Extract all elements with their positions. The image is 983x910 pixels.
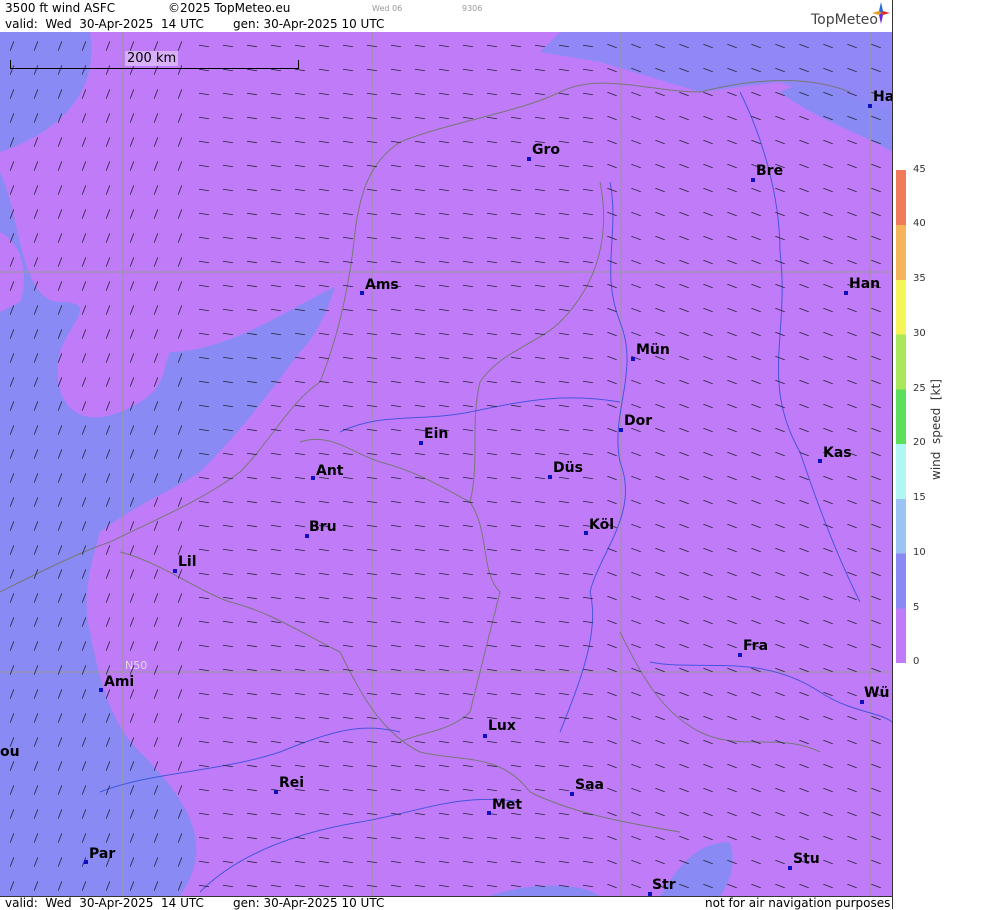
legend-tick: 25 [913, 383, 926, 394]
legend-tick: 20 [913, 437, 926, 448]
city-marker [419, 441, 423, 445]
city-marker [311, 476, 315, 480]
city-marker [483, 734, 487, 738]
brand-logo[interactable]: TopMeteo [811, 12, 878, 28]
legend-tick: 0 [913, 656, 920, 667]
city-marker [274, 790, 278, 794]
city-label: Fra [743, 638, 769, 654]
city-label: Dor [624, 413, 653, 429]
legend-tick: 15 [913, 492, 926, 503]
city-marker [360, 291, 364, 295]
latitude-label: N50 [125, 659, 148, 672]
copyright: ©2025 TopMeteo.eu [168, 1, 291, 15]
city-label: Köl [589, 517, 615, 533]
map-canvas [0, 32, 892, 896]
scale-label: 200 km [125, 51, 179, 66]
city-label: Wü [864, 685, 890, 701]
city-marker [631, 357, 635, 361]
legend-tick: 40 [913, 218, 926, 229]
city-label: Rei [279, 775, 305, 791]
colorbar [896, 170, 906, 663]
city-label: Par [89, 846, 116, 862]
city-marker [619, 428, 623, 432]
legend-tick: 45 [913, 164, 926, 175]
city-label: Met [492, 797, 523, 813]
wind-map[interactable]: 200 km N50 Ha Gro Bre Ams Han Mün Dor Ei… [0, 32, 892, 896]
city-label: Str [652, 877, 676, 893]
city-marker [570, 792, 574, 796]
city-label: Stu [793, 851, 820, 867]
city-label: Gro [532, 142, 561, 158]
legend-tick: 30 [913, 328, 926, 339]
legend-unit: wind speed [kt] [929, 379, 943, 480]
legend-tick: 35 [913, 273, 926, 284]
tab-code[interactable]: 9306 [462, 4, 482, 13]
compass-logo-icon [872, 2, 890, 24]
city-marker [548, 475, 552, 479]
city-label: Lil [178, 554, 197, 570]
footer-gen-time: gen: 30-Apr-2025 10 UTC [233, 896, 385, 910]
city-label: Ams [365, 277, 399, 293]
city-label: ou [0, 744, 20, 760]
city-label: Han [849, 276, 881, 292]
city-label: Bru [309, 519, 337, 535]
city-label: Bre [756, 163, 784, 179]
city-label: Ha [873, 89, 892, 105]
valid-time: valid: Wed 30-Apr-2025 14 UTC [5, 17, 204, 31]
city-marker [84, 860, 88, 864]
city-label: Saa [575, 777, 604, 793]
city-marker [818, 459, 822, 463]
footer: valid: Wed 30-Apr-2025 14 UTC gen: 30-Ap… [0, 896, 892, 910]
city-label: Düs [553, 460, 583, 476]
legend-tick: 5 [913, 602, 920, 613]
footer-valid-time: valid: Wed 30-Apr-2025 14 UTC [5, 896, 204, 910]
header: 3500 ft wind ASFC ©2025 TopMeteo.eu Wed … [0, 0, 892, 32]
city-label: Ant [316, 463, 344, 479]
gen-time: gen: 30-Apr-2025 10 UTC [233, 17, 385, 31]
city-label: Lux [488, 718, 516, 734]
city-marker [751, 178, 755, 182]
city-marker [868, 104, 872, 108]
legend-tick: 10 [913, 547, 926, 558]
city-label: Kas [823, 445, 852, 461]
city-marker [844, 291, 848, 295]
color-legend: 45 40 35 30 25 20 15 10 5 0 wind speed [… [892, 0, 983, 909]
tab-day[interactable]: Wed 06 [372, 4, 402, 13]
city-marker [788, 866, 792, 870]
city-marker [527, 157, 531, 161]
city-label: Ein [424, 426, 449, 442]
city-marker [738, 653, 742, 657]
city-marker [173, 569, 177, 573]
city-label: Mün [636, 342, 670, 358]
footer-disclaimer: not for air navigation purposes [705, 896, 891, 910]
map-title: 3500 ft wind ASFC [5, 1, 116, 15]
city-marker [487, 811, 491, 815]
city-marker [99, 688, 103, 692]
city-label: Ami [104, 674, 135, 690]
city-marker [584, 531, 588, 535]
